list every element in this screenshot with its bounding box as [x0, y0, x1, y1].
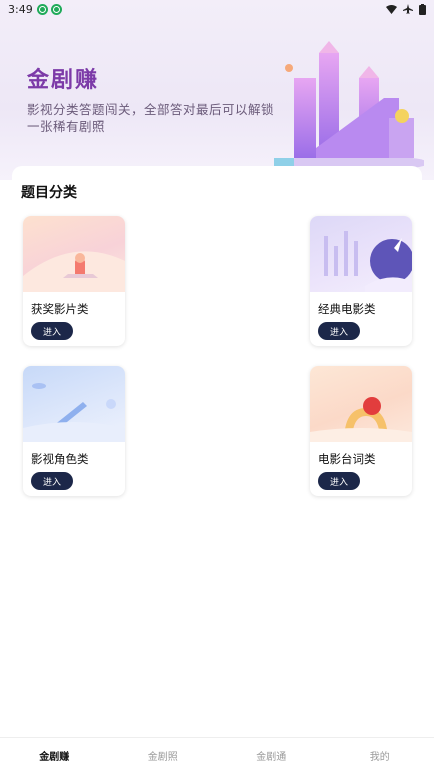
category-panel: 题目分类 获奖影片类 进入 经典电影类 进入 影视角色类 进入 电影台词类 进入 [12, 166, 422, 506]
enter-button[interactable]: 进入 [31, 472, 73, 490]
enter-button[interactable]: 进入 [318, 322, 360, 340]
tab-jinjutong[interactable]: 金剧通 [217, 738, 326, 772]
category-card-classic-films[interactable]: 经典电影类 进入 [310, 216, 412, 346]
status-bar: 3:49 [0, 0, 434, 18]
tab-jinjuzhuan[interactable]: 金剧赚 [0, 738, 109, 772]
status-time: 3:49 [8, 2, 33, 16]
category-thumbnail [23, 366, 125, 442]
airplane-icon [403, 4, 413, 14]
app-notification-icon [50, 3, 62, 15]
category-label: 电影台词类 [318, 452, 376, 466]
category-label: 经典电影类 [318, 302, 376, 316]
castle-illustration [274, 41, 424, 168]
arch-illustration [310, 397, 412, 442]
category-thumbnail [310, 366, 412, 442]
category-card-film-characters[interactable]: 影视角色类 进入 [23, 366, 125, 496]
wifi-icon [386, 4, 397, 14]
category-thumbnail [23, 216, 125, 292]
section-title: 题目分类 [21, 185, 77, 201]
category-card-film-quotes[interactable]: 电影台词类 进入 [310, 366, 412, 496]
hero-banner: 3:49 金剧赚 影视分类答题闯关，全部答对最后可以解锁一张稀有剧照 [0, 0, 434, 180]
category-thumbnail [310, 216, 412, 292]
arrow-illustration [324, 231, 412, 292]
tab-mine[interactable]: 我的 [326, 738, 434, 772]
bottom-tab-bar: 金剧赚 金剧照 金剧通 我的 [0, 737, 434, 772]
hero-title: 金剧赚 [27, 68, 100, 93]
enter-button[interactable]: 进入 [31, 322, 73, 340]
app-notification-icon [36, 3, 48, 15]
enter-button[interactable]: 进入 [318, 472, 360, 490]
category-label: 影视角色类 [31, 452, 89, 466]
battery-icon [419, 3, 426, 15]
category-label: 获奖影片类 [31, 302, 89, 316]
planet-illustration [23, 383, 125, 442]
trophy-illustration [23, 251, 125, 292]
hero-description: 影视分类答题闯关，全部答对最后可以解锁一张稀有剧照 [27, 102, 275, 134]
category-card-award-films[interactable]: 获奖影片类 进入 [23, 216, 125, 346]
tab-jinjuzhao[interactable]: 金剧照 [109, 738, 218, 772]
